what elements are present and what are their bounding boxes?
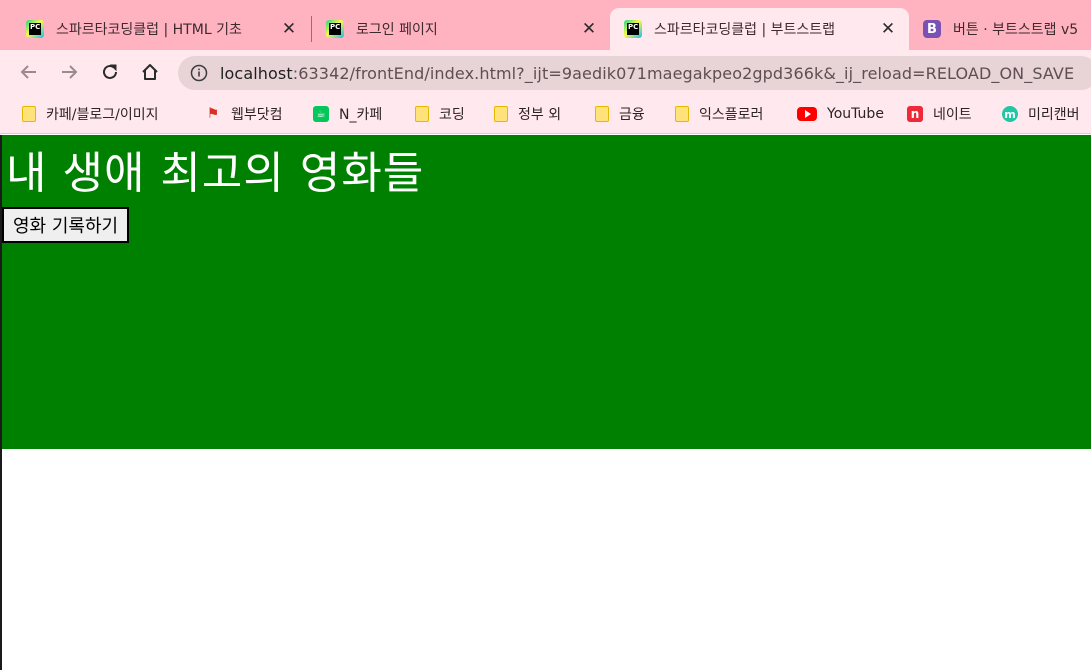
bookmark-label: 네이트 xyxy=(933,107,972,123)
folder-icon xyxy=(595,106,609,122)
browser-window: PC 스파르타코딩클럽 | HTML 기초 ✕ PC 로그인 페이지 ✕ PC … xyxy=(0,0,1091,670)
bookmarks-bar: 카페/블로그/이미지 ⚑ 웹부닷컴 ☕ N_카페 코딩 정부 외 금융 익스플로… xyxy=(0,94,1091,134)
hero-banner: 내 생애 최고의 영화들 영화 기록하기 xyxy=(2,135,1091,449)
reload-button[interactable] xyxy=(96,58,124,86)
browser-toolbar: localhost:63342/frontEnd/index.html?_ijt… xyxy=(0,50,1091,94)
tab-login-page[interactable]: PC 로그인 페이지 ✕ xyxy=(300,8,610,50)
nate-icon: n xyxy=(907,106,923,122)
bookmark-finance[interactable]: 금융 xyxy=(595,102,645,126)
arrow-left-icon xyxy=(20,65,36,79)
tab-title: 로그인 페이지 xyxy=(356,22,438,38)
bookmark-label: 금융 xyxy=(619,107,645,123)
naver-cafe-icon: ☕ xyxy=(313,106,329,122)
arrow-right-icon xyxy=(62,65,78,79)
bookmark-label: YouTube xyxy=(827,106,884,122)
tab-bootstrap-buttons[interactable]: B 버튼 · 부트스트랩 v5 xyxy=(909,8,1091,50)
close-icon[interactable]: ✕ xyxy=(280,19,298,39)
bookmark-label: 코딩 xyxy=(439,107,465,123)
tab-html-basics[interactable]: PC 스파르타코딩클럽 | HTML 기초 ✕ xyxy=(0,8,310,50)
close-icon[interactable]: ✕ xyxy=(580,19,598,39)
folder-icon xyxy=(494,106,508,122)
tab-title: 버튼 · 부트스트랩 v5 xyxy=(953,22,1079,38)
bookmark-government[interactable]: 정부 외 xyxy=(494,102,561,126)
url-path: :63342/frontEnd/index.html?_ijt=9aedik07… xyxy=(292,63,1075,83)
back-button[interactable] xyxy=(15,58,43,86)
home-button[interactable] xyxy=(136,58,164,86)
reload-icon xyxy=(103,64,117,79)
record-movie-button[interactable]: 영화 기록하기 xyxy=(2,207,130,243)
youtube-icon xyxy=(797,107,817,121)
pycharm-icon: PC xyxy=(624,20,642,38)
tab-strip: PC 스파르타코딩클럽 | HTML 기초 ✕ PC 로그인 페이지 ✕ PC … xyxy=(0,0,1091,50)
bookmark-naver-cafe[interactable]: ☕ N_카페 xyxy=(313,102,382,126)
bookmark-cafe-blog-image[interactable]: 카페/블로그/이미지 xyxy=(22,102,158,126)
bookmark-label: 미리캔버 xyxy=(1028,107,1080,123)
bootstrap-icon: B xyxy=(923,20,941,38)
tab-title: 스파르타코딩클럽 | 부트스트랩 xyxy=(654,22,836,38)
miricanvas-icon: m xyxy=(1002,106,1018,122)
folder-icon xyxy=(415,106,429,122)
info-icon[interactable] xyxy=(190,64,208,82)
page-title: 내 생애 최고의 영화들 xyxy=(6,148,425,199)
pycharm-icon: PC xyxy=(26,20,44,38)
url-text: localhost:63342/frontEnd/index.html?_ijt… xyxy=(220,64,1074,83)
folder-icon xyxy=(22,106,36,122)
bookmark-label: 정부 외 xyxy=(518,107,562,123)
tab-title: 스파르타코딩클럽 | HTML 기초 xyxy=(56,22,242,38)
page-viewport: 내 생애 최고의 영화들 영화 기록하기 xyxy=(0,135,1091,670)
home-icon xyxy=(142,64,158,80)
bookmark-webbu[interactable]: ⚑ 웹부닷컴 xyxy=(205,102,283,126)
bookmark-coding[interactable]: 코딩 xyxy=(415,102,465,126)
bookmark-explorer[interactable]: 익스플로러 xyxy=(675,102,763,126)
forward-button[interactable] xyxy=(55,58,83,86)
url-host: localhost xyxy=(220,63,293,83)
bookmark-label: 카페/블로그/이미지 xyxy=(46,107,159,123)
bookmark-nate[interactable]: n 네이트 xyxy=(907,102,972,126)
flag-icon: ⚑ xyxy=(206,106,220,122)
close-icon[interactable]: ✕ xyxy=(879,19,897,39)
bookmark-label: 익스플로러 xyxy=(699,107,764,123)
tab-bootstrap-active[interactable]: PC 스파르타코딩클럽 | 부트스트랩 ✕ xyxy=(610,8,909,50)
bookmark-label: 웹부닷컴 xyxy=(231,107,283,123)
bookmark-youtube[interactable]: YouTube xyxy=(797,102,884,126)
folder-icon xyxy=(675,106,689,122)
bookmark-miricanvas[interactable]: m 미리캔버 xyxy=(1002,102,1080,126)
bookmark-label: N_카페 xyxy=(339,107,383,123)
address-bar[interactable]: localhost:63342/frontEnd/index.html?_ijt… xyxy=(178,56,1091,90)
pycharm-icon: PC xyxy=(326,20,344,38)
